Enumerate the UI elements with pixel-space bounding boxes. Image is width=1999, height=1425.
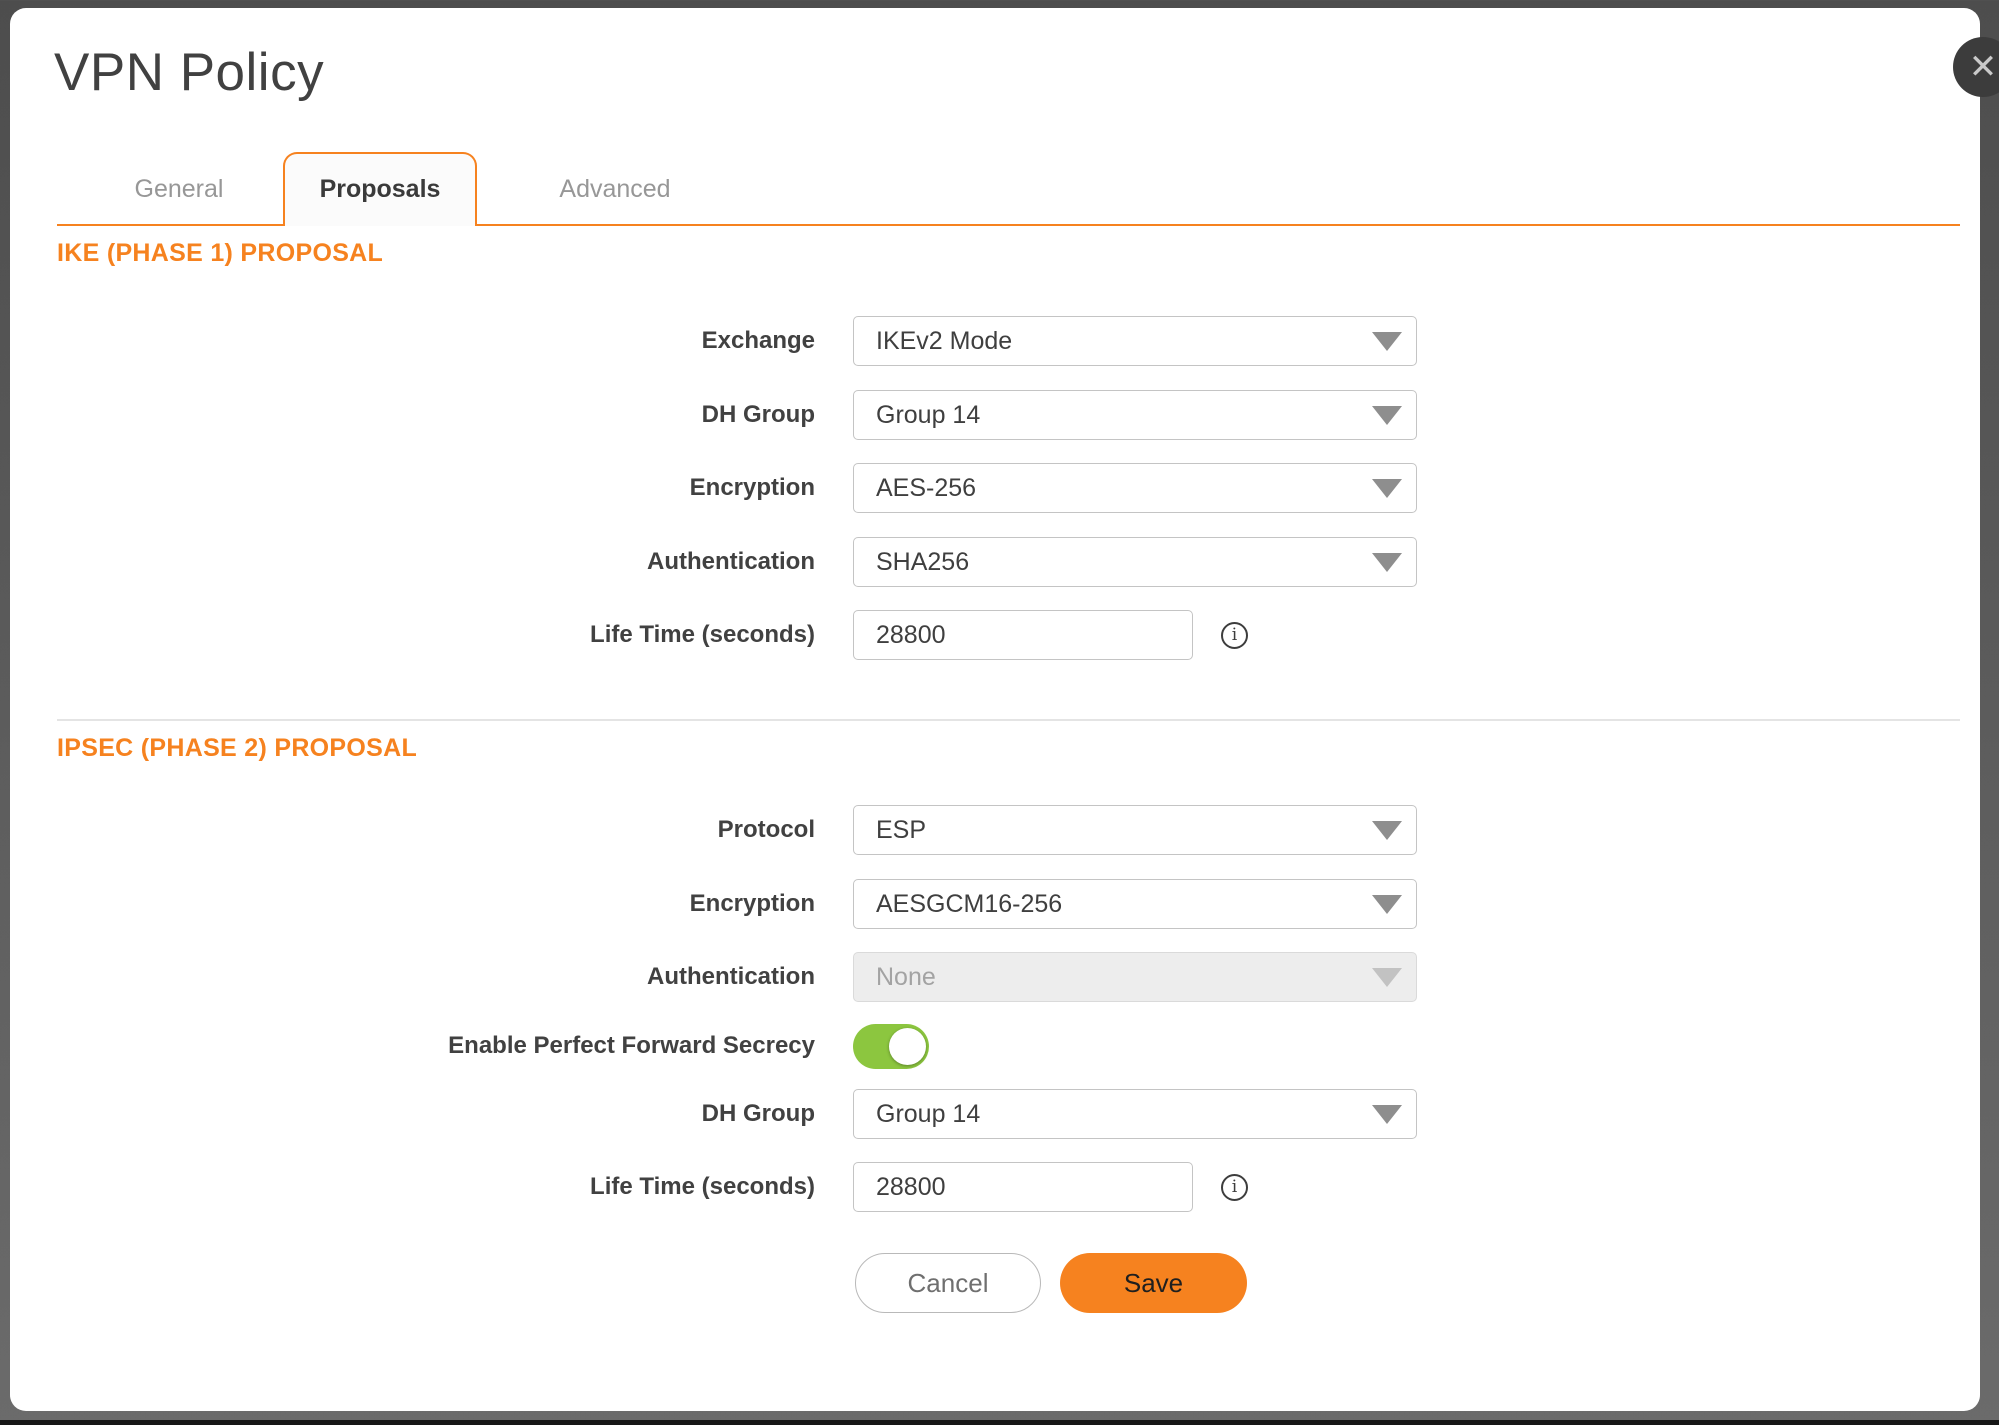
- pfs-row: Enable Perfect Forward Secrecy: [57, 1009, 1457, 1083]
- life-time-label: Life Time (seconds): [57, 621, 853, 649]
- phase1-section-heading: IKE (PHASE 1) PROPOSAL: [57, 239, 383, 268]
- encryption2-label: Encryption: [57, 890, 853, 918]
- chevron-down-icon: [1372, 479, 1402, 498]
- pfs-toggle-on[interactable]: [853, 1024, 929, 1069]
- authentication-label: Authentication: [57, 548, 853, 576]
- dh-group2-label: DH Group: [57, 1100, 853, 1128]
- exchange-label: Exchange: [57, 327, 853, 355]
- info-icon[interactable]: i: [1221, 622, 1248, 649]
- exchange-row: Exchange IKEv2 Mode: [57, 304, 1457, 378]
- dh-group-row: DH Group Group 14: [57, 378, 1457, 452]
- exchange-dropdown[interactable]: IKEv2 Mode: [853, 316, 1417, 366]
- authentication2-label: Authentication: [57, 963, 853, 991]
- chevron-down-icon: [1372, 1105, 1402, 1124]
- dh-group2-dropdown[interactable]: Group 14: [853, 1089, 1417, 1139]
- dh-group2-row: DH Group Group 14: [57, 1077, 1457, 1151]
- life-time2-label: Life Time (seconds): [57, 1173, 853, 1201]
- pfs-label: Enable Perfect Forward Secrecy: [57, 1032, 853, 1060]
- tab-proposals[interactable]: Proposals: [283, 152, 477, 226]
- chevron-down-icon: [1372, 406, 1402, 425]
- authentication-dropdown[interactable]: SHA256: [853, 537, 1417, 587]
- dh-group-label: DH Group: [57, 401, 853, 429]
- chevron-down-icon: [1372, 895, 1402, 914]
- chevron-down-icon: [1372, 553, 1402, 572]
- exchange-value: IKEv2 Mode: [876, 327, 1012, 356]
- life-time-row: Life Time (seconds) i: [57, 598, 1457, 672]
- dh-group2-value: Group 14: [876, 1100, 980, 1129]
- vpn-policy-dialog: VPN Policy General Proposals Advanced IK…: [10, 8, 1980, 1411]
- life-time-input[interactable]: [853, 610, 1193, 660]
- life-time2-input[interactable]: [853, 1162, 1193, 1212]
- save-button[interactable]: Save: [1060, 1253, 1247, 1313]
- encryption2-dropdown[interactable]: AESGCM16-256: [853, 879, 1417, 929]
- dh-group-dropdown[interactable]: Group 14: [853, 390, 1417, 440]
- cancel-button[interactable]: Cancel: [855, 1253, 1041, 1313]
- dh-group-value: Group 14: [876, 401, 980, 430]
- chevron-down-icon: [1372, 332, 1402, 351]
- authentication-row: Authentication SHA256: [57, 525, 1457, 599]
- tab-advanced[interactable]: Advanced: [540, 152, 690, 226]
- protocol-row: Protocol ESP: [57, 793, 1457, 867]
- encryption2-value: AESGCM16-256: [876, 890, 1062, 919]
- protocol-value: ESP: [876, 816, 926, 845]
- encryption-value: AES-256: [876, 474, 976, 503]
- chevron-down-icon: [1372, 968, 1402, 987]
- info-icon[interactable]: i: [1221, 1174, 1248, 1201]
- encryption2-row: Encryption AESGCM16-256: [57, 867, 1457, 941]
- section-divider: [57, 719, 1960, 721]
- life-time2-row: Life Time (seconds) i: [57, 1150, 1457, 1224]
- chevron-down-icon: [1372, 821, 1402, 840]
- tab-general[interactable]: General: [104, 152, 254, 226]
- toggle-knob: [889, 1028, 926, 1065]
- authentication-value: SHA256: [876, 548, 969, 577]
- encryption-label: Encryption: [57, 474, 853, 502]
- phase2-section-heading: IPSEC (PHASE 2) PROPOSAL: [57, 734, 417, 763]
- screen-bottom-edge: [0, 1420, 1999, 1425]
- encryption-dropdown[interactable]: AES-256: [853, 463, 1417, 513]
- authentication2-value: None: [876, 963, 936, 992]
- encryption-row: Encryption AES-256: [57, 451, 1457, 525]
- page-title: VPN Policy: [54, 42, 324, 103]
- protocol-label: Protocol: [57, 816, 853, 844]
- authentication2-row: Authentication None: [57, 940, 1457, 1014]
- authentication2-dropdown-disabled: None: [853, 952, 1417, 1002]
- protocol-dropdown[interactable]: ESP: [853, 805, 1417, 855]
